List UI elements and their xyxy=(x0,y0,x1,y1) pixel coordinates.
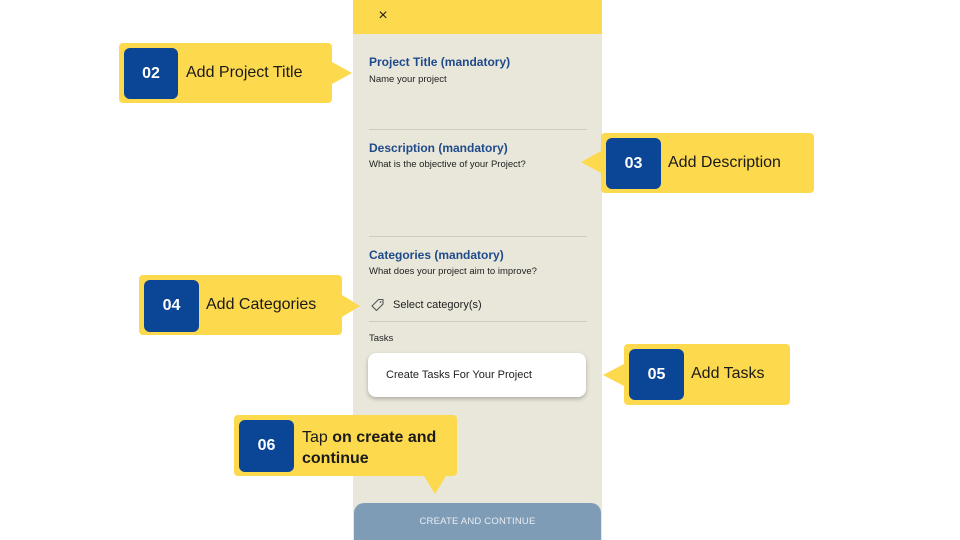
select-category-label: Select category(s) xyxy=(393,299,482,311)
tasks-label: Tasks xyxy=(369,333,394,344)
app-header: × xyxy=(353,0,602,34)
callout-text: Add Categories xyxy=(206,296,317,313)
step-badge: 04 xyxy=(144,280,199,332)
step-badge: 06 xyxy=(239,420,294,472)
divider xyxy=(369,129,587,130)
callout-arrow xyxy=(424,476,446,494)
callout-arrow xyxy=(332,62,352,84)
callout-text: Add Project Title xyxy=(186,64,303,81)
callout-add-project-title: 02 Add Project Title xyxy=(119,43,332,103)
callout-text: Add Tasks xyxy=(691,365,765,382)
step-badge: 02 xyxy=(124,48,178,99)
description-input[interactable]: What is the objective of your Project? xyxy=(369,159,526,170)
callout-add-tasks: 05 Add Tasks xyxy=(624,344,790,405)
step-badge: 03 xyxy=(606,138,661,189)
step-badge: 05 xyxy=(629,349,684,400)
close-icon[interactable]: × xyxy=(373,6,393,26)
categories-heading: Categories (mandatory) xyxy=(369,248,504,262)
create-tasks-label: Create Tasks For Your Project xyxy=(386,369,532,381)
select-category-button[interactable]: Select category(s) xyxy=(369,296,587,314)
divider xyxy=(369,321,587,322)
create-tasks-button[interactable]: Create Tasks For Your Project xyxy=(368,353,586,397)
callout-add-description: 03 Add Description xyxy=(601,133,814,193)
tag-icon xyxy=(371,298,384,312)
project-title-input[interactable]: Name your project xyxy=(369,74,447,85)
callout-text: Add Description xyxy=(668,154,781,171)
callout-tap-create: 06 Tap on create and continue xyxy=(234,415,457,476)
project-title-heading: Project Title (mandatory) xyxy=(369,55,511,69)
callout-arrow xyxy=(581,151,601,173)
categories-hint: What does your project aim to improve? xyxy=(369,266,537,277)
callout-arrow xyxy=(603,364,624,386)
callout-text: Tap on create and continue xyxy=(302,427,450,469)
create-and-continue-button[interactable]: CREATE AND CONTINUE xyxy=(354,503,601,540)
description-heading: Description (mandatory) xyxy=(369,141,508,155)
divider xyxy=(369,236,587,237)
callout-add-categories: 04 Add Categories xyxy=(139,275,342,335)
callout-arrow xyxy=(342,295,360,317)
callout-text-prefix: Tap xyxy=(302,429,333,446)
